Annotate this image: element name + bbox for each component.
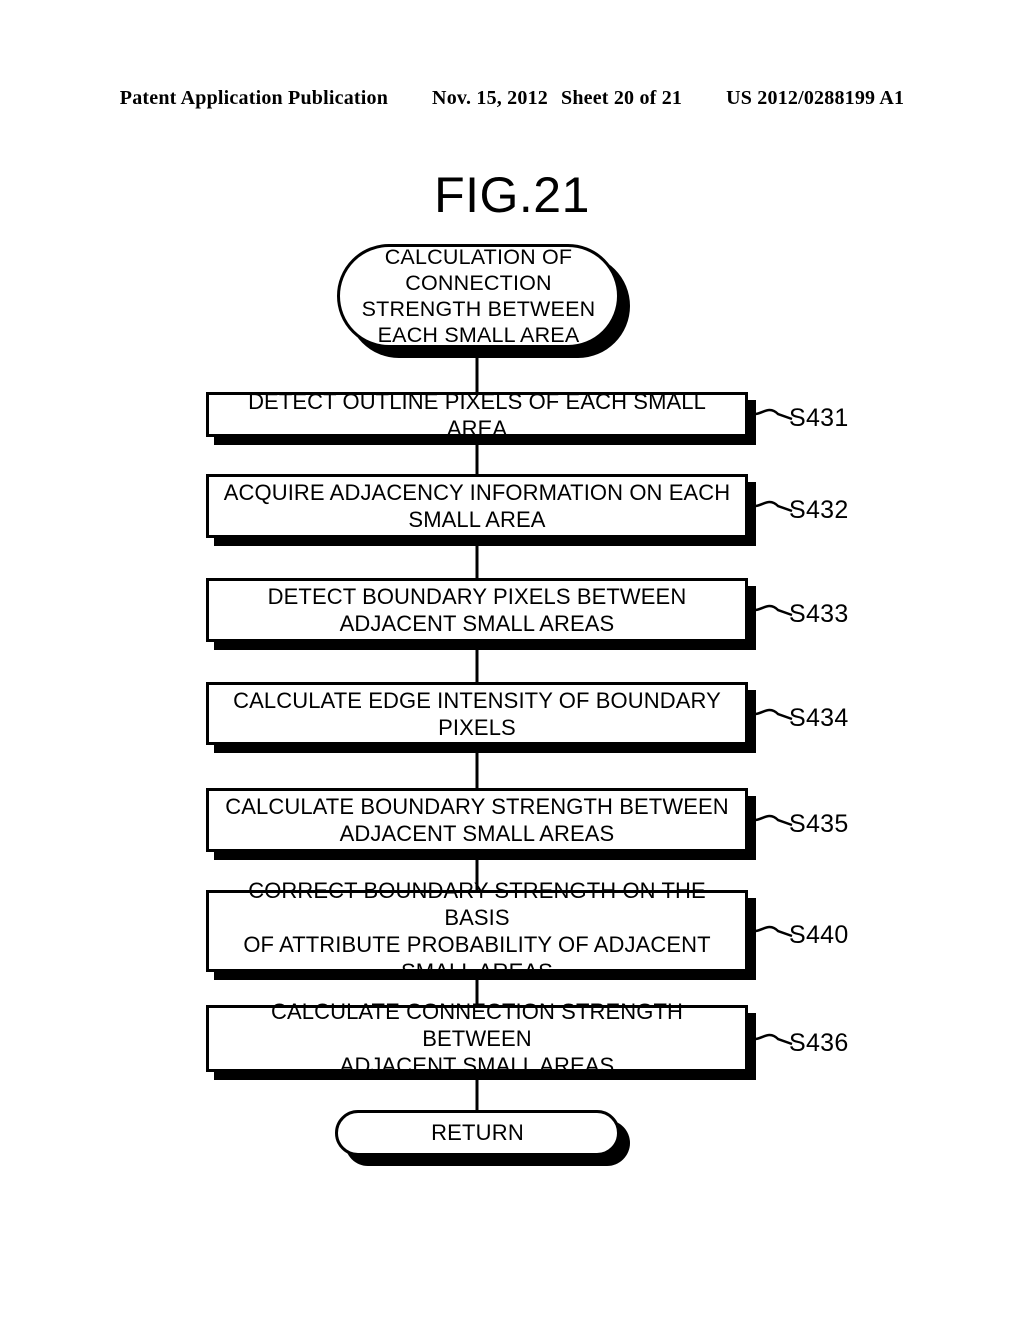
process-box-s434[interactable]: CALCULATE EDGE INTENSITY OF BOUNDARY PIX…	[206, 682, 748, 745]
process-box-label-s433: DETECT BOUNDARY PIXELS BETWEEN ADJACENT …	[258, 583, 697, 637]
start-node-line-2: CONNECTION	[405, 271, 552, 295]
process-box-s433[interactable]: DETECT BOUNDARY PIXELS BETWEEN ADJACENT …	[206, 578, 748, 642]
process-line: ADJACENT SMALL AREAS	[339, 821, 615, 846]
process-box-label-s440: CORRECT BOUNDARY STRENGTH ON THE BASIS O…	[209, 877, 745, 985]
process-box-s440[interactable]: CORRECT BOUNDARY STRENGTH ON THE BASIS O…	[206, 878, 748, 984]
process-line: OF ATTRIBUTE PROBABILITY OF ADJACENT	[243, 932, 711, 957]
process-line: ADJACENT SMALL AREAS	[339, 611, 615, 636]
process-line: CORRECT BOUNDARY STRENGTH ON THE BASIS	[248, 878, 706, 930]
start-node-line-1: CALCULATION OF	[384, 245, 573, 269]
process-box-label-s434: CALCULATE EDGE INTENSITY OF BOUNDARY PIX…	[223, 687, 731, 741]
return-node-label: RETURN	[431, 1120, 524, 1145]
process-box-s431[interactable]: DETECT OUTLINE PIXELS OF EACH SMALL AREA	[206, 389, 748, 441]
process-box-s432[interactable]: ACQUIRE ADJACENCY INFORMATION ON EACH SM…	[206, 474, 748, 538]
process-line: SMALL AREAS	[401, 959, 553, 984]
start-node-line-3: STRENGTH BETWEEN	[361, 297, 596, 321]
start-node-label: CALCULATION OF CONNECTION STRENGTH BETWE…	[362, 244, 596, 348]
process-line: ACQUIRE ADJACENCY INFORMATION ON EACH	[223, 480, 731, 505]
process-line: CALCULATE BOUNDARY STRENGTH BETWEEN	[225, 794, 729, 819]
step-label-s432: S432	[789, 496, 849, 524]
process-box-s436[interactable]: CALCULATE CONNECTION STRENGTH BETWEEN AD…	[206, 999, 748, 1078]
process-box-s435[interactable]: CALCULATE BOUNDARY STRENGTH BETWEEN ADJA…	[206, 788, 748, 852]
step-label-s431: S431	[789, 404, 849, 432]
process-line: CALCULATE EDGE INTENSITY OF BOUNDARY	[233, 687, 721, 713]
return-node[interactable]: RETURN	[335, 1110, 620, 1156]
process-line: CALCULATE CONNECTION STRENGTH BETWEEN	[271, 999, 683, 1051]
step-label-s433: S433	[789, 600, 849, 628]
start-node-line-4: EACH SMALL AREA	[377, 323, 580, 347]
step-label-s435: S435	[789, 810, 849, 838]
step-label-s440: S440	[789, 921, 849, 949]
flowchart-diagram: CALCULATION OF CONNECTION STRENGTH BETWE…	[0, 0, 1024, 1320]
process-box-label-s436: CALCULATE CONNECTION STRENGTH BETWEEN AD…	[209, 998, 745, 1079]
process-line: DETECT BOUNDARY PIXELS BETWEEN	[267, 584, 687, 609]
process-box-label-s431: DETECT OUTLINE PIXELS OF EACH SMALL AREA	[209, 388, 745, 442]
process-box-label-s432: ACQUIRE ADJACENCY INFORMATION ON EACH SM…	[214, 479, 741, 533]
process-line: ADJACENT SMALL AREAS	[339, 1053, 615, 1078]
process-line: SMALL AREA	[408, 507, 546, 532]
process-line: PIXELS	[438, 714, 516, 740]
step-label-s436: S436	[789, 1029, 849, 1057]
process-box-label-s435: CALCULATE BOUNDARY STRENGTH BETWEEN ADJA…	[215, 793, 738, 847]
process-line: DETECT OUTLINE PIXELS OF EACH SMALL AREA	[248, 388, 706, 441]
start-node[interactable]: CALCULATION OF CONNECTION STRENGTH BETWE…	[337, 244, 620, 348]
step-label-s434: S434	[789, 704, 849, 732]
